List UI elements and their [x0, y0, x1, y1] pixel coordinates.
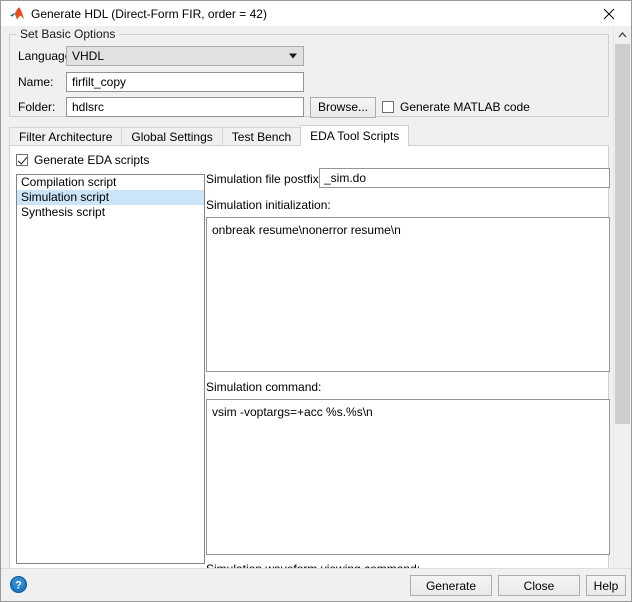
postfix-label: Simulation file postfix:	[206, 172, 323, 186]
generate-hdl-dialog: Generate HDL (Direct-Form FIR, order = 4…	[0, 0, 632, 602]
help-circle-icon[interactable]: ?	[10, 576, 27, 593]
svg-text:?: ?	[15, 579, 22, 591]
initialization-value: onbreak resume\nonerror resume\n	[212, 223, 401, 237]
language-select[interactable]: VHDL	[66, 46, 304, 66]
list-item-simulation-script[interactable]: Simulation script	[17, 190, 204, 205]
vertical-scrollbar[interactable]	[613, 26, 631, 582]
script-list[interactable]: Compilation script Simulation script Syn…	[16, 174, 205, 564]
language-value: VHDL	[72, 49, 105, 63]
folder-value: hdlsrc	[72, 100, 105, 114]
group-title: Set Basic Options	[16, 27, 120, 41]
generate-matlab-code-label: Generate MATLAB code	[400, 100, 530, 114]
window-title: Generate HDL (Direct-Form FIR, order = 4…	[31, 6, 267, 21]
name-value: firfilt_copy	[72, 75, 127, 89]
tab-global-settings[interactable]: Global Settings	[121, 127, 223, 146]
tab-bar: Filter Architecture Global Settings Test…	[9, 125, 609, 146]
language-row: Language: VHDL	[10, 45, 608, 67]
generate-button[interactable]: Generate	[410, 575, 492, 596]
help-button[interactable]: Help	[586, 575, 626, 596]
tab-eda-tool-scripts[interactable]: EDA Tool Scripts	[300, 125, 410, 146]
name-label: Name:	[18, 75, 54, 89]
command-textarea[interactable]: vsim -voptargs=+acc %s.%s\n	[206, 399, 610, 555]
chevron-down-icon	[289, 53, 297, 59]
close-icon	[603, 8, 614, 19]
postfix-input[interactable]: _sim.do	[319, 168, 610, 188]
scroll-up-button[interactable]	[614, 26, 631, 43]
folder-row: Folder: hdlsrc Browse... Generate MATLAB…	[10, 96, 608, 118]
command-label: Simulation command:	[206, 380, 322, 394]
dialog-content: Set Basic Options Language: VHDL Name: f…	[1, 26, 631, 601]
dialog-footer: ? Generate Close Help	[1, 568, 631, 601]
browse-button[interactable]: Browse...	[310, 96, 376, 118]
eda-tool-scripts-panel: Generate EDA scripts Compilation script …	[9, 146, 610, 576]
command-value: vsim -voptargs=+acc %s.%s\n	[212, 405, 373, 419]
script-settings-pane: Simulation file postfix: _sim.do Simulat…	[206, 168, 610, 576]
tab-test-bench[interactable]: Test Bench	[221, 127, 302, 146]
list-item-compilation-script[interactable]: Compilation script	[17, 175, 204, 190]
close-button[interactable]: Close	[498, 575, 580, 596]
scrollbar-thumb[interactable]	[615, 44, 630, 424]
list-item-synthesis-script[interactable]: Synthesis script	[17, 205, 204, 220]
initialization-textarea[interactable]: onbreak resume\nonerror resume\n	[206, 217, 610, 372]
close-window-button[interactable]	[586, 1, 631, 26]
chevron-up-icon	[618, 31, 627, 37]
name-row: Name: firfilt_copy	[10, 71, 608, 93]
generate-eda-scripts-checkbox[interactable]: Generate EDA scripts	[16, 153, 149, 167]
checkbox-box	[16, 154, 28, 166]
title-bar: Generate HDL (Direct-Form FIR, order = 4…	[1, 1, 631, 27]
folder-label: Folder:	[18, 100, 56, 114]
postfix-value: _sim.do	[324, 171, 367, 185]
tab-filter-architecture[interactable]: Filter Architecture	[9, 127, 123, 146]
matlab-logo-icon	[9, 6, 25, 22]
initialization-label: Simulation initialization:	[206, 198, 331, 212]
generate-eda-scripts-label: Generate EDA scripts	[34, 153, 150, 167]
checkbox-box	[382, 101, 394, 113]
name-input[interactable]: firfilt_copy	[66, 72, 304, 92]
set-basic-options-group: Set Basic Options Language: VHDL Name: f…	[9, 27, 609, 118]
folder-input[interactable]: hdlsrc	[66, 97, 304, 117]
generate-matlab-code-checkbox[interactable]: Generate MATLAB code	[382, 100, 530, 114]
